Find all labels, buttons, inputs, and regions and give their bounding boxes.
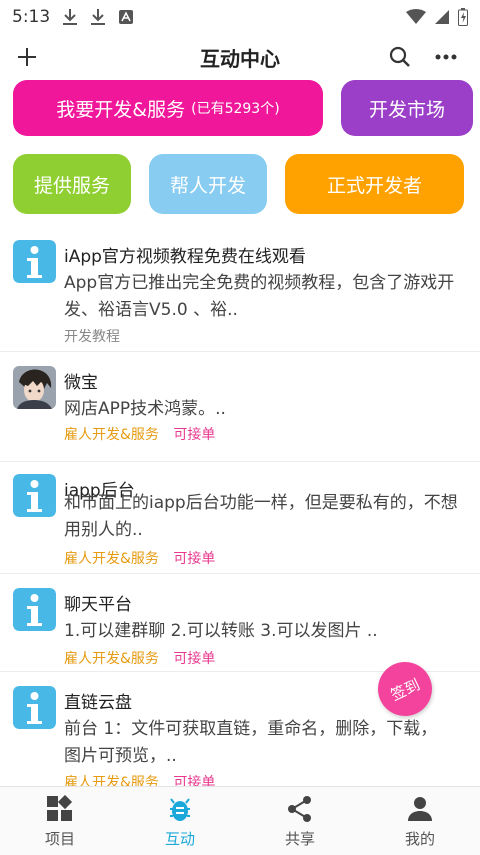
dev-service-label: 我要开发&服务 bbox=[56, 98, 186, 121]
item-desc: 1.可以建群聊 2.可以转账 3.可以发图片 .. bbox=[64, 621, 378, 641]
item-desc: 前台 1：文件可获取直链，重命名，删除，下载，图片可预览，.. bbox=[64, 719, 438, 766]
avatar bbox=[13, 366, 56, 409]
iapp-logo-icon bbox=[13, 240, 56, 283]
provide-service-button[interactable]: 提供服务 bbox=[13, 154, 131, 214]
list-item[interactable]: iapp后台 和市面上的iapp后台功能一样，但是要私有的，不想用别人的.. 雇… bbox=[0, 462, 480, 574]
search-button[interactable] bbox=[385, 42, 415, 72]
item-title: 直链云盘 bbox=[64, 693, 132, 713]
list-item[interactable]: iApp官方视频教程免费在线观看 App官方已推出完全免费的视频教程，包含了游戏… bbox=[0, 230, 480, 352]
wifi-icon bbox=[406, 9, 426, 25]
download-icon bbox=[90, 8, 106, 26]
item-status: 可接单 bbox=[173, 775, 216, 786]
item-category: 开发教程 bbox=[64, 329, 120, 345]
help-develop-label: 帮人开发 bbox=[169, 174, 246, 197]
iapp-logo-icon bbox=[13, 474, 56, 517]
bottom-nav: 项目 互动 共享 我的 bbox=[0, 786, 480, 855]
nav-item-projects[interactable]: 项目 bbox=[0, 787, 120, 855]
iapp-logo-icon bbox=[13, 686, 56, 729]
sign-in-label: 签到 bbox=[387, 674, 423, 704]
more-button[interactable] bbox=[431, 42, 461, 72]
iapp-logo-icon bbox=[13, 588, 56, 631]
nav-label: 项目 bbox=[44, 829, 75, 848]
nav-item-mine[interactable]: 我的 bbox=[360, 787, 480, 855]
app-notification-icon bbox=[118, 9, 134, 25]
search-icon bbox=[389, 46, 410, 67]
status-time: 5:13 bbox=[12, 7, 51, 27]
dashboard-icon bbox=[46, 794, 74, 824]
help-develop-button[interactable]: 帮人开发 bbox=[149, 154, 267, 214]
dev-market-label: 开发市场 bbox=[368, 98, 445, 121]
list-item[interactable]: 微宝 网店APP技术鸿蒙。.. 雇人开发&服务 可接单 bbox=[0, 352, 480, 462]
nav-label: 互动 bbox=[164, 829, 195, 848]
person-icon bbox=[406, 794, 434, 824]
item-title: iApp官方视频教程免费在线观看 bbox=[64, 247, 306, 267]
formal-developer-button[interactable]: 正式开发者 bbox=[285, 154, 464, 214]
add-button[interactable] bbox=[12, 42, 42, 72]
item-category: 雇人开发&服务 bbox=[64, 651, 159, 667]
item-title: 聊天平台 bbox=[64, 595, 132, 615]
status-bar: 5:13 bbox=[0, 0, 480, 34]
download-icon bbox=[62, 8, 78, 26]
item-desc: App官方已推出完全免费的视频教程，包含了游戏开发、裕语言V5.0 、裕.. bbox=[64, 273, 455, 320]
item-category: 雇人开发&服务 bbox=[64, 775, 159, 786]
bug-icon bbox=[166, 794, 194, 824]
item-status: 可接单 bbox=[173, 427, 216, 443]
provide-service-label: 提供服务 bbox=[33, 174, 110, 197]
item-title: 微宝 bbox=[64, 373, 98, 393]
item-desc: 和市面上的iapp后台功能一样，但是要私有的，不想用别人的.. bbox=[64, 493, 458, 540]
nav-label: 共享 bbox=[284, 829, 315, 848]
item-category: 雇人开发&服务 bbox=[64, 551, 159, 567]
more-horizontal-icon bbox=[435, 54, 457, 60]
item-category: 雇人开发&服务 bbox=[64, 427, 159, 443]
nav-item-interact[interactable]: 互动 bbox=[120, 787, 240, 855]
page-title: 互动中心 bbox=[200, 46, 280, 71]
item-status: 可接单 bbox=[173, 551, 216, 567]
signal-icon bbox=[434, 9, 450, 25]
app-bar: 互动中心 bbox=[0, 34, 480, 80]
dev-market-button[interactable]: 开发市场 bbox=[341, 80, 473, 136]
dev-service-count: (已有5293个) bbox=[191, 101, 280, 117]
list-item[interactable]: 聊天平台 1.可以建群聊 2.可以转账 3.可以发图片 .. 雇人开发&服务 可… bbox=[0, 574, 480, 672]
plus-icon bbox=[18, 48, 36, 66]
battery-icon bbox=[458, 8, 468, 26]
nav-item-share[interactable]: 共享 bbox=[240, 787, 360, 855]
formal-developer-label: 正式开发者 bbox=[326, 174, 422, 197]
item-status: 可接单 bbox=[173, 651, 216, 667]
nav-label: 我的 bbox=[404, 829, 435, 848]
dev-service-button[interactable]: 我要开发&服务 (已有5293个) bbox=[13, 80, 323, 136]
share-icon bbox=[286, 794, 314, 824]
item-desc: 网店APP技术鸿蒙。.. bbox=[64, 399, 226, 419]
